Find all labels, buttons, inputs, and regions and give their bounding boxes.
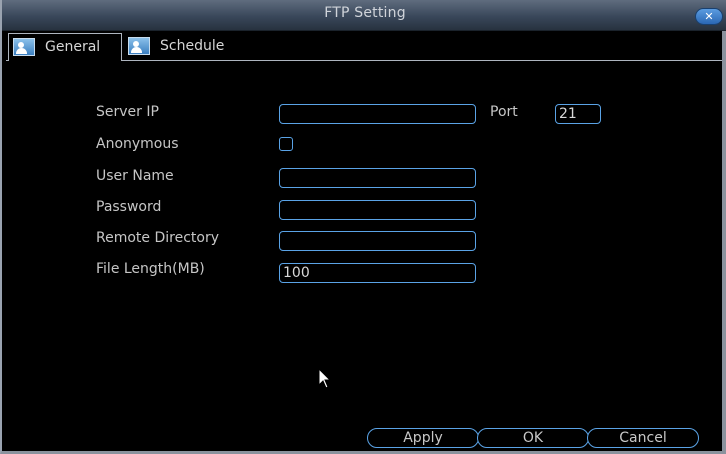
user-name-field[interactable]	[279, 168, 476, 188]
tab-general-label: General	[45, 39, 101, 55]
tab-strip: General Schedule	[6, 31, 722, 62]
close-icon: ✕	[704, 10, 714, 23]
server-ip-label: Server IP	[96, 104, 159, 120]
cancel-button[interactable]: Cancel	[587, 428, 699, 448]
ok-button[interactable]: OK	[477, 428, 589, 448]
mouse-cursor-icon	[318, 368, 332, 389]
title-bar: FTP Setting ✕	[2, 0, 726, 31]
close-button[interactable]: ✕	[696, 9, 722, 24]
anonymous-label: Anonymous	[96, 136, 179, 152]
window-title: FTP Setting	[324, 5, 406, 21]
port-field[interactable]: 21	[555, 104, 601, 124]
remote-directory-field[interactable]	[279, 231, 476, 251]
password-label: Password	[96, 199, 162, 215]
anonymous-checkbox[interactable]	[279, 137, 293, 151]
user-icon	[13, 38, 35, 56]
password-field[interactable]	[279, 200, 476, 220]
remote-directory-label: Remote Directory	[96, 230, 219, 246]
apply-button[interactable]: Apply	[367, 428, 479, 448]
tab-general[interactable]: General	[8, 33, 122, 60]
active-tab-gap	[9, 59, 121, 62]
user-name-label: User Name	[96, 168, 174, 184]
tab-schedule-label: Schedule	[160, 38, 225, 54]
file-length-label: File Length(MB)	[96, 261, 205, 277]
server-ip-field[interactable]	[279, 104, 476, 124]
tab-schedule[interactable]: Schedule	[124, 33, 254, 59]
ftp-setting-window: FTP Setting ✕ General Schedule Server IP…	[0, 0, 726, 454]
port-label: Port	[490, 104, 518, 120]
user-icon	[128, 37, 150, 55]
file-length-field[interactable]: 100	[279, 263, 476, 283]
